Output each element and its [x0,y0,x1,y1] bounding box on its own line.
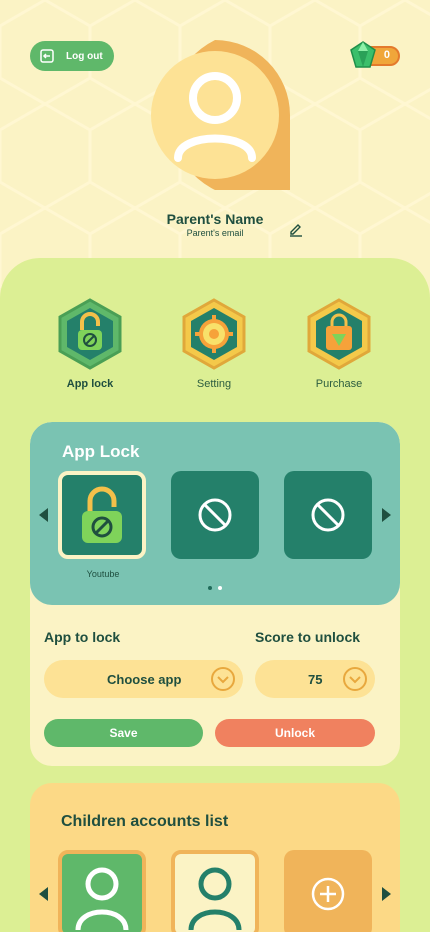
logout-label: Log out [66,50,103,62]
locked-padlock-icon [82,486,122,543]
chevron-down-icon [211,667,235,691]
score-dropdown[interactable]: 75 [255,660,375,698]
score-value: 75 [308,672,323,687]
carousel-left-arrow-icon[interactable] [39,508,49,522]
app-lock-carousel: App Lock Youtube [30,422,400,605]
gem-count: 0 [383,49,390,61]
feature-app-lock[interactable]: App lock [50,298,130,390]
feature-purchase-label: Purchase [315,378,363,390]
logout-icon [40,49,54,63]
carousel-dot-2[interactable] [218,586,222,590]
feature-purchase[interactable]: Purchase [299,298,379,390]
panel-notch [195,258,235,270]
shopping-bag-hex-icon [307,298,371,370]
app-slot-youtube-name: Youtube [86,569,120,579]
app-to-lock-label: App to lock [44,629,121,645]
edit-pencil-icon[interactable] [288,221,304,237]
block-icon [311,498,345,532]
unlock-button[interactable]: Unlock [215,719,375,747]
parent-avatar[interactable] [140,40,290,190]
child-account-1[interactable] [58,850,146,932]
score-to-unlock-label: Score to unlock [255,629,361,645]
children-accounts-card: Children accounts list [30,783,400,932]
parent-email: Parent's email [186,228,244,238]
children-left-arrow-icon[interactable] [39,887,49,901]
feature-setting-label: Setting [196,378,232,390]
padlock-hex-icon [58,298,122,370]
feature-setting[interactable]: Setting [174,298,254,390]
children-right-arrow-icon[interactable] [381,887,391,901]
add-child-button[interactable] [284,850,372,932]
children-accounts-title: Children accounts list [61,813,229,830]
feature-app-lock-label: App lock [66,378,114,390]
carousel-right-arrow-icon[interactable] [381,508,391,522]
child-account-2[interactable] [171,850,259,932]
app-lock-card: App Lock Youtube App to lock Score to un… [30,422,400,766]
child-avatar-icon [188,867,242,931]
choose-app-dropdown[interactable]: Choose app [44,660,243,698]
chevron-down-icon [343,667,367,691]
app-lock-title: App Lock [62,442,140,461]
add-circle-icon [311,877,345,911]
save-button[interactable]: Save [44,719,203,747]
choose-app-value: Choose app [107,672,182,687]
child-avatar-icon [75,867,129,931]
parent-name: Parent's Name [166,211,264,227]
app-slot-2[interactable] [171,471,259,559]
gear-hex-icon [182,298,246,370]
block-icon [198,498,232,532]
app-slot-youtube[interactable] [58,471,146,559]
app-slot-3[interactable] [284,471,372,559]
gem-icon [350,41,376,68]
carousel-dot-1[interactable] [208,586,212,590]
logout-button[interactable]: Log out [30,41,114,71]
